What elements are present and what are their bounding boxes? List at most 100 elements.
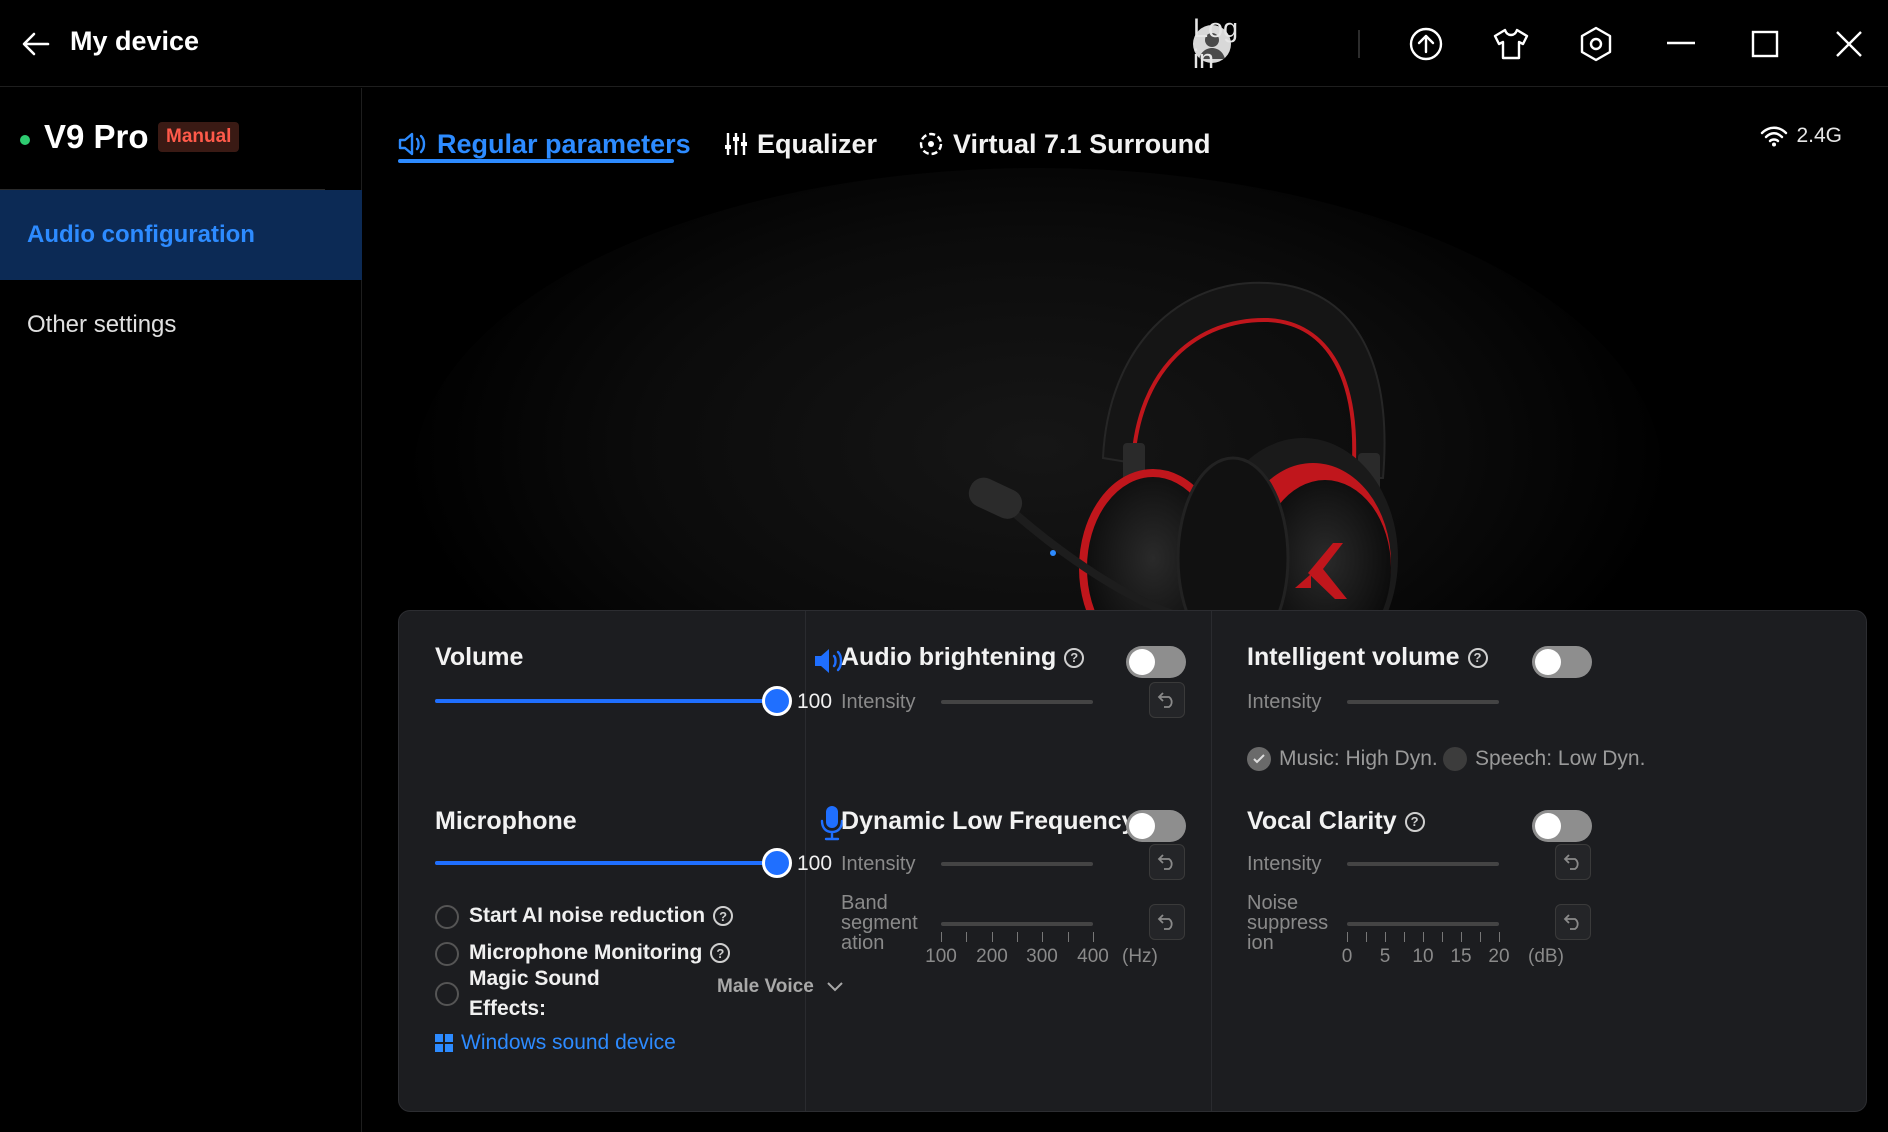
connection-indicator: 2.4G [1760,124,1842,148]
audio-brightening-title: Audio brightening ? [841,643,1085,672]
main-content: Regular parameters Equalizer Virtual 7.1… [363,88,1888,1132]
help-icon[interactable]: ? [713,906,734,926]
noise-suppression-label: Noise suppress ion [1247,893,1328,953]
microphone-slider-thumb[interactable] [762,848,792,878]
toggle-knob [1535,813,1561,839]
tick-mark [1442,932,1443,942]
magic-sound-dropdown[interactable]: Male Voice [717,976,844,998]
tab-virtual-surround[interactable]: Virtual 7.1 Surround [918,124,1211,164]
login-button[interactable]: Log in [1193,13,1238,74]
sidebar-item-other-settings[interactable]: Other settings [0,280,362,370]
sidebar-item-audio-configuration[interactable]: Audio configuration [0,190,362,280]
intensity-label: Intensity [1247,853,1322,875]
sidebar: V9 Pro Manual Audio configuration Other … [0,88,362,1132]
help-icon[interactable]: ? [1064,647,1085,668]
undo-icon [1157,854,1173,870]
band-label-line2: segment [841,912,918,934]
magic-sound-checkbox[interactable] [435,982,459,1006]
tick-mark [1461,932,1462,942]
undo-icon [1563,914,1579,930]
reset-button[interactable] [1149,844,1185,880]
close-icon[interactable] [1829,24,1869,64]
ai-noise-reduction-checkbox[interactable] [435,905,459,929]
unchecked-circle-icon [1443,747,1467,771]
music-high-dyn-option[interactable]: Music: High Dyn. [1247,747,1438,771]
audio-brightening-toggle[interactable] [1126,646,1186,678]
maximize-icon[interactable] [1745,24,1785,64]
band-label-line3: ation [841,932,885,954]
ai-noise-reduction-label: Start AI noise reduction [469,904,706,927]
tick-mark [1499,932,1500,942]
dynamic-low-frequency-title: Dynamic Low Frequency ? [841,807,1164,836]
audio-brightening-intensity-slider[interactable] [941,700,1093,704]
volume-title-text: Volume [435,643,524,671]
windows-sound-device-link[interactable]: Windows sound device [435,1031,676,1055]
connection-label: 2.4G [1796,124,1842,147]
help-icon[interactable]: ? [1404,811,1425,832]
surround-icon [919,132,943,156]
noise-suppression-slider[interactable] [1347,922,1499,926]
tick-mark [1423,932,1424,942]
volume-slider-thumb[interactable] [762,686,792,716]
mic-monitoring-checkbox[interactable] [435,942,459,966]
help-icon[interactable]: ? [1467,647,1488,668]
tshirt-icon[interactable] [1491,24,1531,64]
tick-mark [1347,932,1348,942]
upload-icon[interactable] [1406,24,1446,64]
dlf-intensity-slider[interactable] [941,862,1093,866]
noise-label-line2: suppress [1247,912,1329,934]
device-name: V9 Pro [44,118,149,155]
intelligent-volume-intensity-slider[interactable] [1347,700,1499,704]
reset-button[interactable] [1555,904,1591,940]
tick-mark [1404,932,1405,942]
tab-label: Regular parameters [437,128,691,159]
undo-icon [1563,854,1579,870]
sliders-icon [725,133,747,155]
volume-title: Volume [435,643,523,672]
tick-mark [991,932,993,942]
tick-mark [1017,932,1018,942]
help-icon[interactable]: ? [710,943,731,963]
tab-label: Virtual 7.1 Surround [953,128,1211,159]
noise-label-line1: Noise [1247,892,1299,914]
undo-icon [1157,692,1173,708]
tick-label: 20 [1488,946,1510,967]
wifi-icon [1761,126,1788,147]
title-bar: My device Log in [0,0,1888,87]
mode-badge: Manual [158,122,240,152]
music-high-dyn-label: Music: High Dyn. [1279,747,1438,770]
intensity-label: Intensity [841,853,916,875]
speech-low-dyn-label: Speech: Low Dyn. [1475,747,1646,770]
band-label-line1: Band [841,892,888,914]
back-arrow-icon[interactable] [20,28,52,60]
dynamic-low-frequency-title-text: Dynamic Low Frequency [841,807,1136,835]
speech-low-dyn-option[interactable]: Speech: Low Dyn. [1443,747,1645,771]
tab-regular-parameters[interactable]: Regular parameters [398,124,691,164]
vocal-clarity-toggle[interactable] [1532,810,1592,842]
speaker-icon [398,132,426,156]
tab-label: Equalizer [757,128,878,159]
intelligent-volume-title: Intelligent volume ? [1247,643,1488,672]
microphone-slider-fill [435,861,777,865]
vocal-clarity-title-text: Vocal Clarity [1247,807,1397,835]
tick-mark [1067,932,1069,942]
undo-icon [1157,914,1173,930]
toggle-knob [1129,813,1155,839]
band-segmentation-slider[interactable] [941,922,1093,926]
settings-hexagon-icon[interactable] [1576,24,1616,64]
minimize-icon[interactable] [1661,24,1701,64]
reset-button[interactable] [1149,904,1185,940]
vocal-clarity-intensity-slider[interactable] [1347,862,1499,866]
microphone-title: Microphone [435,807,577,836]
reset-button[interactable] [1149,682,1185,718]
tab-equalizer[interactable]: Equalizer [724,124,877,164]
microphone-value: 100 [797,852,833,875]
ai-noise-reduction-option: Start AI noise reduction ? [469,904,734,928]
tick-label: 10 [1412,946,1434,967]
login-label: Log in [1193,13,1239,74]
dynamic-low-frequency-toggle[interactable] [1126,810,1186,842]
tick-mark [1093,932,1094,942]
magic-sound-value: Male Voice [717,976,814,997]
reset-button[interactable] [1555,844,1591,880]
intelligent-volume-toggle[interactable] [1532,646,1592,678]
